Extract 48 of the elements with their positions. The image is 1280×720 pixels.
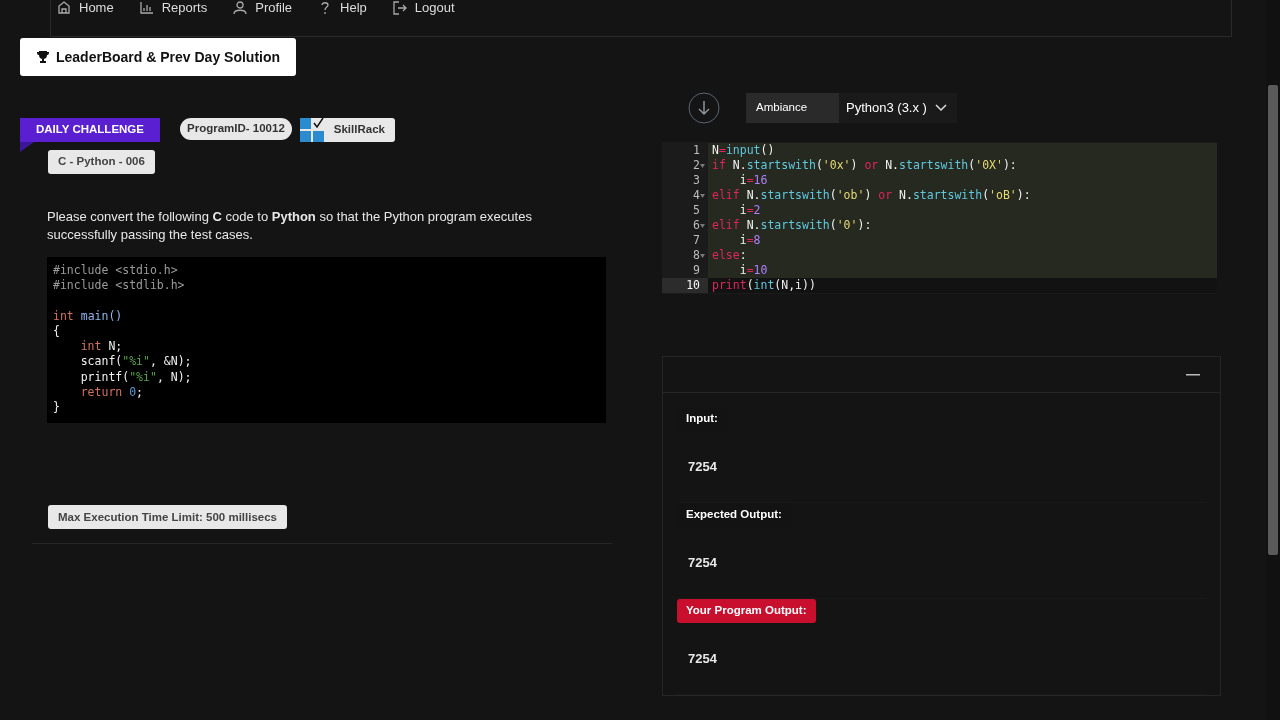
code-line: i=2 [738, 203, 761, 218]
line-number: 8 [693, 248, 700, 263]
nav-link[interactable]: Home [57, 0, 114, 16]
language-dropdown[interactable]: Python3 (3.x ) [839, 93, 957, 123]
home-icon [57, 1, 71, 15]
user-icon [233, 1, 248, 15]
time-limit-badge: Max Execution Time Limit: 500 millisecs [48, 505, 287, 530]
code-line: else: [711, 248, 747, 263]
line-number: 2 [693, 158, 700, 173]
nav-link[interactable]: Help [318, 0, 367, 16]
problem-description: Please convert the following C code to Python so that the Python program executes successfully passing the test cases. [47, 207, 533, 244]
code-line: i=8 [738, 233, 761, 248]
line-number: 9 [693, 263, 700, 278]
line-number: 6 [693, 218, 700, 233]
line-number: 10 [686, 278, 700, 293]
leaderboard-button[interactable]: LeaderBoard & Prev Day Solution [20, 38, 297, 76]
fold-icon[interactable] [700, 223, 705, 228]
line-number: 5 [693, 203, 700, 218]
chart-icon [139, 1, 154, 15]
line-number: 4 [693, 188, 700, 203]
download-icon[interactable] [688, 92, 720, 124]
line-number: 7 [693, 233, 700, 248]
line-number: 1 [693, 143, 700, 158]
result-label: Your Program Output: [677, 599, 816, 623]
nav-link[interactable]: Reports [139, 0, 208, 16]
code-block: #include <stdio.h> #include <stdlib.h> int main() { int N; scanf("%i", &N); printf("%i", N); return 0; } [47, 256, 606, 423]
code-line: i=16 [738, 173, 768, 188]
fold-icon[interactable] [700, 193, 705, 198]
code-line: elif N.startswith('0'): [711, 218, 872, 233]
code-line: print(int(N,i)) [711, 278, 816, 293]
logout-icon [392, 1, 407, 15]
logo-icon [299, 118, 324, 142]
chevron-down-icon [934, 104, 947, 112]
code-line: N=input() [711, 143, 775, 158]
code-line: i=10 [738, 263, 768, 278]
nav-link[interactable]: Logout [392, 0, 455, 16]
challenge-tag: C - Python - 006 [48, 149, 155, 174]
brand-name: SkillRack [333, 122, 385, 138]
line-number: 3 [693, 173, 700, 188]
nav-link[interactable]: Profile [233, 0, 293, 16]
trophy-icon [36, 50, 50, 64]
fold-icon[interactable] [700, 253, 705, 258]
fold-icon[interactable] [700, 163, 705, 168]
program-id-badge: ProgramID- 10012 [180, 118, 292, 140]
code-line: elif N.startswith('ob') or N.startswith('oB'): [711, 188, 1031, 203]
code-line: if N.startswith('0x') or N.startswith('0X'): [711, 158, 1017, 173]
code-editor[interactable]: 1 N=input() 2 if N.startswith('0x') or N.startswith('0X'): 3 i=16 4 elif N.startswith('ob') or N.startswith('oB'): 5 i=2 6 elif N.startswith('0'): 7 i=8 8 else: 9 i=10 10 print(int(N,i)) [662, 142, 1217, 294]
theme-label: Ambiance [746, 93, 839, 123]
